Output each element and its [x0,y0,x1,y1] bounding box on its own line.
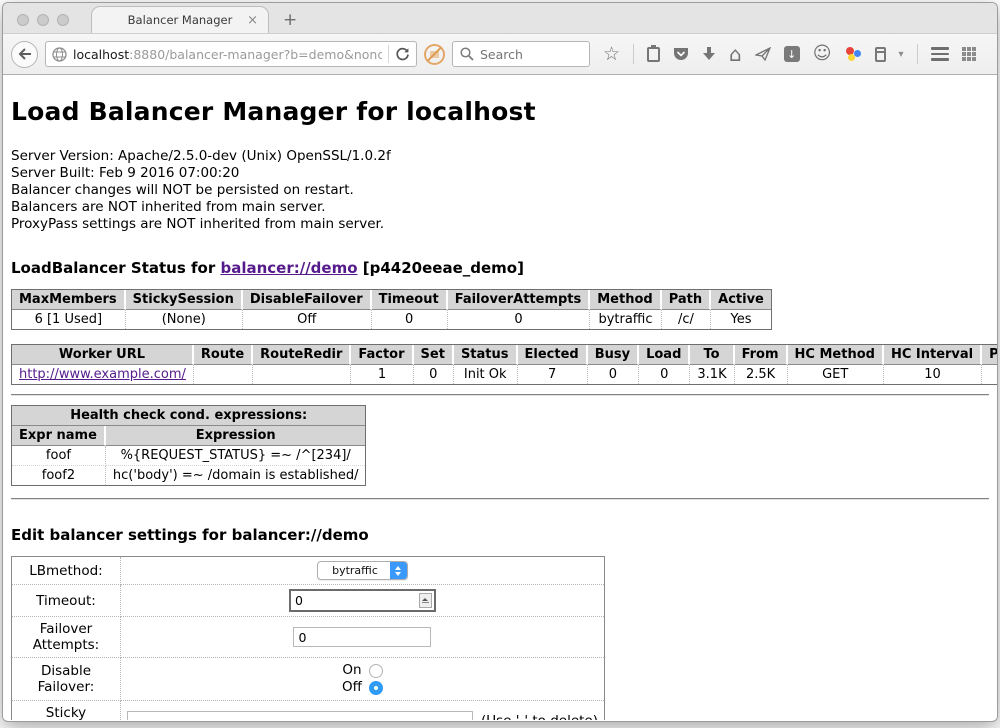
tab-title: Balancer Manager [128,13,233,27]
server-version-line: Server Version: Apache/2.5.0-dev (Unix) … [11,148,989,165]
table-row: foof2 hc('body') =~ /domain is establish… [12,466,365,485]
feedback-smiley-icon[interactable]: ☺ [813,45,832,63]
toolbar-divider [633,44,634,64]
lbmethod-row: LBmethod: bytraffic [12,557,604,585]
downloads-icon[interactable] [702,47,716,62]
zoom-window-button[interactable] [57,14,69,26]
search-icon [460,47,474,61]
send-icon[interactable] [755,47,771,61]
globe-icon [52,47,67,62]
edit-settings-heading: Edit balancer settings for balancer://de… [11,526,989,544]
table-row: foof %{REQUEST_STATUS} =~ /^[234]/ [12,446,365,466]
table-header-row: Worker URL Route RouteRedir Factor Set S… [12,345,997,365]
failover-off-radio[interactable] [369,681,383,695]
select-stepper-icon [390,561,407,580]
page-content: Load Balancer Manager for localhost Serv… [3,75,997,720]
window-controls[interactable] [17,14,69,26]
section-divider [11,498,989,500]
worker-table: Worker URL Route RouteRedir Factor Set S… [11,344,997,385]
lbmethod-select[interactable]: bytraffic [317,561,408,580]
back-arrow-icon [18,48,32,60]
page-title: Load Balancer Manager for localhost [11,97,989,126]
off-label: Off [342,679,362,696]
timeout-input[interactable] [291,592,419,610]
on-label: On [342,662,361,679]
balancer-settings-form: LBmethod: bytraffic Timeout: [11,556,605,720]
number-spinner-icon[interactable] [419,593,432,608]
sticky-session-note: (Use '-' to delete) [481,713,598,720]
disable-failover-label: Disable Failover: [12,658,121,701]
navigation-toolbar: localhost:8880/balancer-manager?b=demo&n… [3,33,997,75]
bookmarks-menu-icon[interactable] [647,47,660,62]
server-built-line: Server Built: Feb 9 2016 07:00:20 [11,165,989,182]
persist-note-line: Balancer changes will NOT be persisted o… [11,182,989,199]
table-title-row: Health check cond. expressions: [12,406,365,426]
timeout-row: Timeout: [12,585,604,617]
container-icon[interactable] [875,47,886,62]
balancer-demo-link[interactable]: balancer://demo [220,259,357,277]
tab-balancer-manager[interactable]: Balancer Manager × [91,6,269,33]
save-to-device-icon[interactable]: ↓ [784,46,800,62]
health-check-table: Health check cond. expressions: Expr nam… [11,405,366,486]
reload-icon[interactable] [395,47,410,62]
timeout-input-wrap [289,589,436,612]
bookmark-star-icon[interactable]: ☆ [603,45,620,64]
tab-bar: Balancer Manager × + [3,3,997,33]
balancer-status-table: MaxMembers StickySession DisableFailover… [11,289,772,330]
menu-icon[interactable] [931,47,949,61]
failover-attempts-label: Failover Attempts: [12,617,121,658]
worker-url-link[interactable]: http://www.example.com/ [19,367,186,382]
home-icon[interactable]: ⌂ [729,44,742,64]
proxypass-note-line: ProxyPass settings are NOT inherited fro… [11,216,989,233]
toolbar-icons: ☆ ⌂ ↓ ☺ ▾ [603,44,976,64]
failover-on-radio[interactable] [369,664,383,678]
section-divider [11,394,989,396]
apps-grid-icon[interactable] [962,47,976,61]
inherit-note-line: Balancers are NOT inherited from main se… [11,199,989,216]
pocket-icon[interactable] [673,47,689,62]
disable-failover-row: Disable Failover: On Off [12,658,604,701]
sticky-session-input[interactable] [127,711,473,720]
failover-attempts-row: Failover Attempts: [12,617,604,658]
timeout-label: Timeout: [12,585,121,617]
table-header-row: MaxMembers StickySession DisableFailover… [12,290,771,310]
browser-window: Balancer Manager × + localhost:8880/bala… [2,2,998,722]
sticky-session-label: Sticky Session: [12,701,121,720]
table-header-row: Expr name Expression [12,426,365,446]
failover-attempts-input[interactable] [293,627,431,647]
tab-close-icon[interactable]: × [247,13,258,28]
server-info: Server Version: Apache/2.5.0-dev (Unix) … [11,148,989,233]
sticky-session-row: Sticky Session: (Use '-' to delete) [12,701,604,720]
chevron-down-icon[interactable]: ▾ [899,49,904,60]
worker-row: http://www.example.com/ 1 0 Init Ok 7 0 … [12,365,997,384]
url-input[interactable]: localhost:8880/balancer-manager?b=demo&n… [73,47,382,62]
lbmethod-label: LBmethod: [12,557,121,585]
loadbalancer-status-heading: LoadBalancer Status for balancer://demo … [11,259,989,277]
search-input[interactable] [480,47,570,62]
close-window-button[interactable] [17,14,29,26]
minimize-window-button[interactable] [37,14,49,26]
new-tab-button[interactable]: + [283,10,297,30]
table-row: 6 [1 Used] (None) Off 0 0 bytraffic /c/ … [12,310,771,329]
extension-dots-icon[interactable] [845,46,862,62]
blocked-content-icon[interactable] [424,44,445,65]
toolbar-divider [917,44,918,64]
url-divider [388,45,389,63]
search-bar[interactable] [452,41,590,67]
back-button[interactable] [11,41,38,68]
url-bar[interactable]: localhost:8880/balancer-manager?b=demo&n… [45,41,417,67]
